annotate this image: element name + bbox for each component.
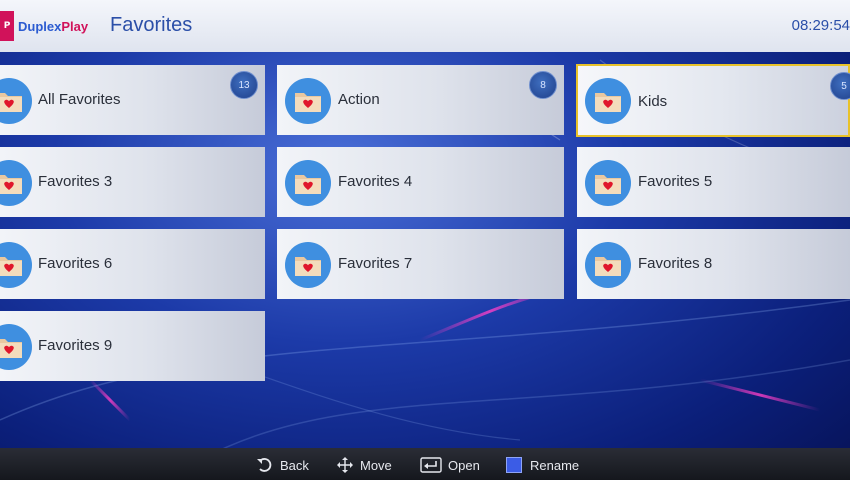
tile-label: Action [338,91,380,108]
heart-folder-icon [0,242,32,288]
enter-icon [420,457,442,473]
favorites-tile-3[interactable]: Favorites 3 [0,147,265,217]
tile-label: All Favorites [38,91,121,108]
blue-key-icon [506,457,522,473]
back-arrow-icon [257,458,272,472]
logo-text-part1: Duplex [18,18,62,34]
footer-hint-bar: Back Move Open Rename [0,448,850,480]
logo-text: DuplexPlay [18,19,88,34]
favorites-tile-7[interactable]: Favorites 7 [277,229,564,299]
hint-back[interactable]: Back [256,456,309,474]
tile-label: Favorites 7 [338,255,413,272]
heart-folder-icon [0,324,32,370]
hint-move[interactable]: Move [336,456,392,474]
header-bar: P DuplexPlay Favorites 08:29:54 [0,0,850,52]
heart-folder-icon [0,78,32,124]
logo-text-part2: Play [61,18,89,34]
count-badge: 5 [830,72,850,100]
heart-folder-icon [285,242,331,288]
tile-label: Favorites 9 [38,337,113,354]
heart-folder-icon [585,160,631,206]
hint-move-label: Move [360,457,392,473]
page-title: Favorites [110,14,193,36]
count-badge: 8 [529,71,557,99]
favorites-tile-6[interactable]: Favorites 6 [0,229,265,299]
hint-open-label: Open [448,457,480,473]
tile-label: Favorites 6 [38,255,113,272]
favorites-tile-action[interactable]: Action 8 [277,65,564,135]
tile-label: Favorites 4 [338,173,413,190]
tile-label: Favorites 8 [638,255,713,272]
favorites-tile-all[interactable]: All Favorites 13 [0,65,265,135]
heart-folder-icon [585,242,631,288]
tile-label: Favorites 5 [638,173,713,190]
logo-mark: P [0,11,14,41]
hint-rename[interactable]: Rename [506,456,579,474]
count-badge: 13 [230,71,258,99]
heart-folder-icon [285,160,331,206]
favorites-tile-kids[interactable]: Kids 5 [576,64,850,137]
favorites-tile-4[interactable]: Favorites 4 [277,147,564,217]
tile-label: Favorites 3 [38,173,113,190]
favorites-tile-9[interactable]: Favorites 9 [0,311,265,381]
hint-open[interactable]: Open [420,456,480,474]
heart-folder-icon [285,78,331,124]
heart-folder-icon [0,160,32,206]
hint-rename-label: Rename [530,457,580,473]
dpad-icon [337,457,353,473]
app-logo: P DuplexPlay [0,11,96,41]
tile-label: Kids [638,93,668,110]
clock: 08:29:54 [791,17,850,34]
heart-folder-icon [585,78,631,124]
favorites-tile-5[interactable]: Favorites 5 [577,147,850,217]
hint-back-label: Back [280,457,309,473]
favorites-tile-8[interactable]: Favorites 8 [577,229,850,299]
